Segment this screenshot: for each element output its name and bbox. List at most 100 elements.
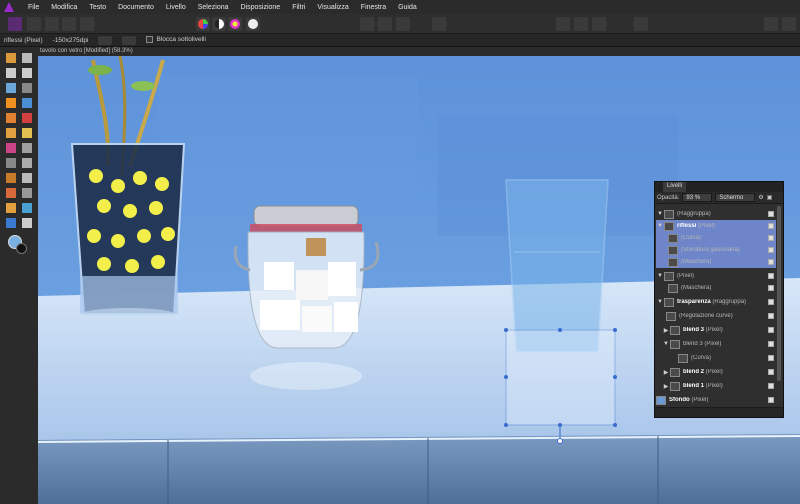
visibility-checkbox[interactable] — [768, 397, 774, 403]
menu-seleziona[interactable]: Seleziona — [198, 4, 229, 11]
eraser-tool-icon[interactable] — [22, 128, 32, 138]
layer-row[interactable]: (Sfocatura gaussiana) — [656, 244, 776, 256]
expand-icon[interactable]: ▶ — [662, 369, 670, 376]
dodge-tool-icon[interactable] — [22, 143, 32, 153]
layer-row[interactable]: (Curva) — [656, 352, 776, 364]
layer-row[interactable]: ▼ (Pixel) — [656, 270, 776, 282]
visibility-checkbox[interactable] — [768, 341, 774, 347]
snap-icon[interactable] — [556, 17, 570, 31]
layer-row[interactable]: ▼ riflessi (Pixel) — [656, 220, 776, 232]
menu-filtri[interactable]: Filtri — [292, 4, 305, 11]
expand-icon[interactable]: ▶ — [662, 383, 670, 390]
visibility-checkbox[interactable] — [768, 355, 774, 361]
selection-brush-icon[interactable] — [6, 98, 16, 108]
visibility-checkbox[interactable] — [768, 383, 774, 389]
menu-guida[interactable]: Guida — [398, 4, 417, 11]
patch-tool-icon[interactable] — [22, 173, 32, 183]
red-eye-tool-icon[interactable] — [6, 188, 16, 198]
menu-finestra[interactable]: Finestra — [361, 4, 386, 11]
expand-icon[interactable]: ▼ — [656, 273, 664, 279]
tone-mapping-persona-icon[interactable] — [62, 17, 76, 31]
visibility-checkbox[interactable] — [768, 369, 774, 375]
layer-row[interactable]: (Maschera) — [656, 282, 776, 294]
expand-icon[interactable]: ▼ — [656, 223, 664, 229]
visibility-checkbox[interactable] — [768, 223, 774, 229]
healing-tool-icon[interactable] — [6, 173, 16, 183]
gradient-tool-icon[interactable] — [6, 143, 16, 153]
layer-row[interactable]: ▶ blend 2 (Pixel) — [656, 366, 776, 378]
marquee-icon[interactable] — [360, 17, 374, 31]
visibility-checkbox[interactable] — [768, 285, 774, 291]
visibility-checkbox[interactable] — [768, 247, 774, 253]
move-tool-icon[interactable] — [22, 53, 32, 63]
develop-persona-icon[interactable] — [45, 17, 59, 31]
layer-row[interactable]: ▶ blend 3 (Pixel) — [656, 324, 776, 336]
liquify-persona-icon[interactable] — [27, 17, 41, 31]
flip-icon[interactable] — [122, 35, 137, 45]
menu-file[interactable]: File — [28, 4, 39, 11]
pixel-icon[interactable] — [782, 17, 796, 31]
visibility-checkbox[interactable] — [768, 327, 774, 333]
visibility-checkbox[interactable] — [768, 235, 774, 241]
clone-tool-icon[interactable] — [22, 158, 32, 168]
lock-children-checkbox[interactable] — [146, 36, 154, 44]
hand-tool-icon[interactable] — [6, 53, 16, 63]
menu-disposizione[interactable]: Disposizione — [241, 4, 281, 11]
flood-fill-icon[interactable] — [22, 98, 32, 108]
view-tool-icon[interactable] — [22, 68, 32, 78]
quick-mask-icon[interactable] — [396, 17, 410, 31]
layer-row[interactable]: (Maschera) — [656, 256, 776, 268]
layer-row[interactable]: Sfondo (Pixel) — [656, 394, 776, 406]
expand-icon[interactable]: ▼ — [662, 341, 670, 347]
node-tool-icon[interactable] — [22, 203, 32, 213]
mesh-warp-icon[interactable] — [22, 188, 32, 198]
magnet-icon[interactable] — [592, 17, 606, 31]
visibility-checkbox[interactable] — [768, 273, 774, 279]
layer-row[interactable]: ▶ blend 1 (Pixel) — [656, 380, 776, 392]
pen-tool-icon[interactable] — [6, 203, 16, 213]
grid-icon[interactable] — [574, 17, 588, 31]
menu-modifica[interactable]: Modifica — [51, 4, 77, 11]
menu-documento[interactable]: Documento — [118, 4, 154, 11]
visibility-checkbox[interactable] — [768, 313, 774, 319]
visibility-checkbox[interactable] — [768, 259, 774, 265]
gear-icon[interactable]: ⚙ — [758, 194, 763, 201]
levels-icon[interactable] — [196, 17, 210, 31]
photo-persona-icon[interactable] — [8, 17, 22, 31]
pencil-tool-icon[interactable] — [22, 113, 32, 123]
crop-tool-icon[interactable] — [6, 83, 16, 93]
layer-row[interactable]: ▼ blend 3 (Pixel) — [656, 338, 776, 350]
lock-icon[interactable]: ▣ — [767, 194, 773, 201]
opacity-field[interactable]: 93 % — [682, 193, 713, 202]
layers-tab[interactable]: Livelli — [663, 182, 687, 192]
arrange-icon[interactable] — [764, 17, 778, 31]
menu-visualizza[interactable]: Visualizza — [317, 4, 348, 11]
layer-row[interactable]: (Regolazione curve) — [656, 310, 776, 322]
text-tool-icon[interactable] — [22, 218, 32, 228]
document-tab[interactable]: tavolo con vetro [Modified] (58.3%) — [38, 47, 800, 56]
expand-icon[interactable]: ▶ — [662, 327, 670, 334]
expand-icon[interactable]: ▼ — [656, 299, 664, 305]
blur-tool-icon[interactable] — [6, 158, 16, 168]
layer-row[interactable]: ▼ trasparenza (Raggruppa) — [656, 296, 776, 308]
blend-mode-select[interactable]: Schermo — [715, 193, 756, 202]
menu-testo[interactable]: Testo — [89, 4, 106, 11]
info-icon[interactable] — [634, 17, 648, 31]
shape-tool-icon[interactable] — [6, 218, 16, 228]
brush-tool-icon[interactable] — [6, 113, 16, 123]
layers-scrollbar[interactable] — [777, 206, 781, 381]
selection-red-icon[interactable] — [378, 17, 392, 31]
layer-row[interactable]: ▼ (Raggruppa) — [656, 208, 776, 220]
export-persona-icon[interactable] — [80, 17, 94, 31]
transform-icon[interactable] — [98, 35, 113, 45]
white-balance-icon[interactable] — [212, 17, 226, 31]
marquee-tool-icon[interactable] — [22, 83, 32, 93]
auto-contrast-icon[interactable] — [246, 17, 260, 31]
secondary-color-swatch[interactable] — [16, 243, 27, 254]
color-replace-icon[interactable] — [6, 128, 16, 138]
visibility-checkbox[interactable] — [768, 211, 774, 217]
hsl-icon[interactable] — [228, 17, 242, 31]
visibility-checkbox[interactable] — [768, 299, 774, 305]
assistant-icon[interactable] — [432, 17, 446, 31]
layer-row[interactable]: (Curva) — [656, 232, 776, 244]
